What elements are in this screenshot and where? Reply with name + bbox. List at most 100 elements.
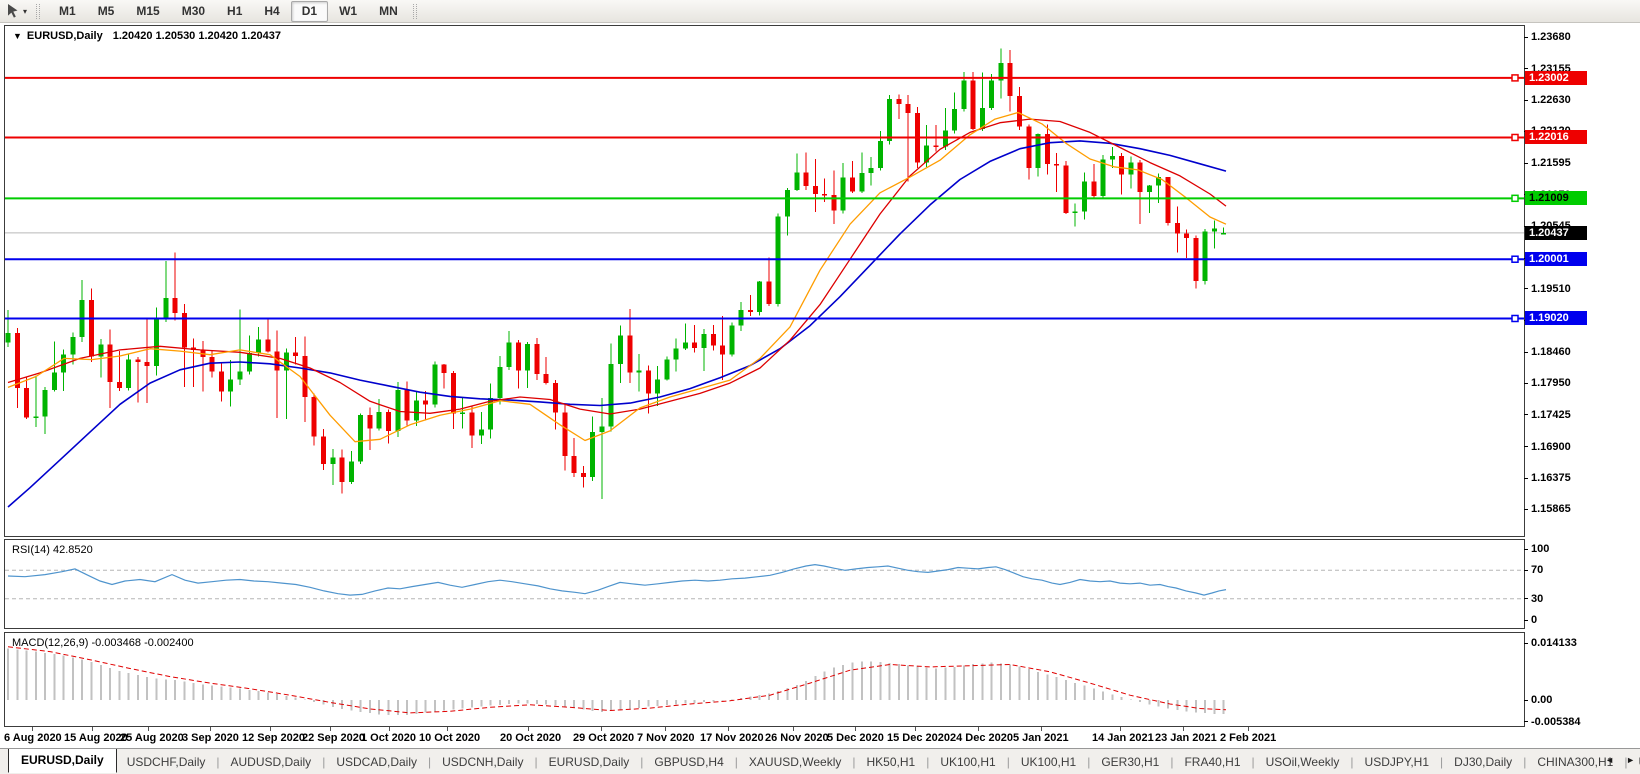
ma-fast-line — [8, 113, 1226, 442]
date-tick — [330, 727, 331, 731]
date-tick — [92, 727, 93, 731]
cursor-tool-dropdown-icon[interactable]: ▾ — [23, 7, 27, 16]
rsi-axis-tick: 70 — [1524, 563, 1543, 577]
price-level-label[interactable]: 1.22016 — [1525, 130, 1587, 144]
chart-tab-uk100-h1[interactable]: UK100,H1 — [930, 753, 1005, 771]
timeframe-button-m1[interactable]: M1 — [48, 1, 87, 22]
chart-tab-ger30-h1[interactable]: GER30,H1 — [1091, 753, 1169, 771]
date-label: 2 Feb 2021 — [1220, 732, 1276, 744]
price-level-handle[interactable] — [1512, 256, 1518, 262]
timeframe-button-w1[interactable]: W1 — [328, 1, 368, 22]
date-label: 1 Oct 2020 — [361, 732, 416, 744]
date-label: 3 Sep 2020 — [182, 732, 239, 744]
price-level-handle[interactable] — [1512, 315, 1518, 321]
date-tick — [855, 727, 856, 731]
date-label: 17 Nov 2020 — [700, 732, 764, 744]
mt4-window: ▾ M1M5M15M30H1H4D1W1MN ▼EURUSD,Daily1.20… — [0, 0, 1640, 774]
date-tick — [1183, 727, 1184, 731]
chart-tab-usoil-weekly[interactable]: USOil,Weekly — [1256, 753, 1350, 771]
price-axis-tick: 1.17425 — [1524, 408, 1571, 422]
timeframe-button-m30[interactable]: M30 — [171, 1, 216, 22]
chart-tab-audusd-daily[interactable]: AUDUSD,Daily — [221, 753, 322, 771]
chart-tab-eurusd-daily[interactable]: EURUSD,Daily — [8, 748, 117, 773]
macd-axis-tick: 0.00 — [1524, 693, 1552, 707]
price-level-label[interactable]: 1.20001 — [1525, 252, 1587, 266]
price-level-label[interactable]: 1.19020 — [1525, 311, 1587, 325]
chart-tab-usdjpy-h1[interactable]: USDJPY,H1 — [1355, 753, 1439, 771]
ma-mid-line — [8, 119, 1226, 414]
chart-tab-uk100-h1[interactable]: UK100,H1 — [1011, 753, 1086, 771]
price-axis-tick: 1.19510 — [1524, 282, 1571, 296]
date-label: 20 Oct 2020 — [500, 732, 561, 744]
chart-tab-fra40-h1[interactable]: FRA40,H1 — [1174, 753, 1250, 771]
date-tick — [1120, 727, 1121, 731]
rsi-axis-tick: 30 — [1524, 592, 1543, 606]
cursor-tool-icon — [5, 3, 21, 19]
date-tick — [528, 727, 529, 731]
timeframe-button-m15[interactable]: M15 — [125, 1, 170, 22]
price-level-label[interactable]: 1.23002 — [1525, 71, 1587, 85]
top-toolbar: ▾ M1M5M15M30H1H4D1W1MN — [0, 0, 1640, 23]
price-level-handle[interactable] — [1512, 195, 1518, 201]
date-tick — [210, 727, 211, 731]
rsi-plot[interactable] — [5, 540, 1524, 628]
price-level-handle[interactable] — [1512, 75, 1518, 81]
main-plot[interactable] — [5, 26, 1524, 536]
date-label: 5 Jan 2021 — [1013, 732, 1069, 744]
price-axis-tick: 1.17950 — [1524, 376, 1571, 390]
price-level-label[interactable]: 1.21009 — [1525, 191, 1587, 205]
date-label: 6 Aug 2020 — [4, 732, 62, 744]
date-label: 26 Nov 2020 — [765, 732, 829, 744]
timeframe-button-d1[interactable]: D1 — [291, 1, 328, 22]
date-label: 7 Nov 2020 — [637, 732, 694, 744]
rsi-indicator-panel[interactable]: RSI(14) 42.8520 — [4, 539, 1525, 629]
chart-tab-hk50-h1[interactable]: HK50,H1 — [856, 753, 925, 771]
current-price-label: 1.20437 — [1525, 226, 1587, 240]
macd-signal-line — [8, 647, 1226, 713]
date-label: 22 Sep 2020 — [302, 732, 365, 744]
date-label: 15 Dec 2020 — [887, 732, 950, 744]
date-tick — [32, 727, 33, 731]
ma-slow-line — [8, 141, 1226, 507]
chart-tab-usdcad-daily[interactable]: USDCAD,Daily — [326, 753, 427, 771]
timeframe-bar: M1M5M15M30H1H4D1W1MN — [48, 1, 409, 22]
timeframe-button-mn[interactable]: MN — [368, 1, 409, 22]
date-axis[interactable]: 6 Aug 202015 Aug 202025 Aug 20203 Sep 20… — [0, 727, 1640, 748]
tab-separator: | — [735, 755, 738, 769]
tab-scroll-right-icon[interactable]: ► — [1626, 755, 1635, 765]
macd-plot[interactable] — [5, 633, 1524, 726]
tab-separator: | — [1007, 755, 1010, 769]
date-label: 5 Dec 2020 — [827, 732, 884, 744]
tab-separator: | — [1087, 755, 1090, 769]
rsi-label: RSI(14) 42.8520 — [12, 544, 93, 556]
date-tick — [915, 727, 916, 731]
tab-scroll-arrows: ◄ ► — [1605, 755, 1635, 765]
price-level-handle[interactable] — [1512, 134, 1518, 140]
date-tick — [728, 727, 729, 731]
timeframe-button-h1[interactable]: H1 — [216, 1, 253, 22]
tab-separator: | — [640, 755, 643, 769]
timeframe-button-m5[interactable]: M5 — [87, 1, 126, 22]
chart-tab-dj30-daily[interactable]: DJ30,Daily — [1444, 753, 1522, 771]
tab-separator: | — [1252, 755, 1255, 769]
tab-separator: | — [852, 755, 855, 769]
tab-scroll-left-icon[interactable]: ◄ — [1605, 755, 1614, 765]
chart-tab-usdcnh-daily[interactable]: USDCNH,Daily — [432, 753, 533, 771]
date-tick — [793, 727, 794, 731]
macd-indicator-panel[interactable]: MACD(12,26,9) -0.003468 -0.002400 — [4, 632, 1525, 727]
date-tick — [601, 727, 602, 731]
main-chart-panel[interactable]: ▼EURUSD,Daily1.20420 1.20530 1.20420 1.2… — [4, 25, 1525, 537]
chart-tab-bar: EURUSD,DailyUSDCHF,Daily|AUDUSD,Daily|US… — [0, 748, 1640, 774]
chart-tab-gbpusd-h4[interactable]: GBPUSD,H4 — [644, 753, 733, 771]
chart-tab-xauusd-weekly[interactable]: XAUUSD,Weekly — [739, 753, 851, 771]
macd-axis-tick: 0.014133 — [1524, 636, 1577, 650]
price-axis-tick: 1.16375 — [1524, 471, 1571, 485]
chart-tab-usdchf-daily[interactable]: USDCHF,Daily — [117, 753, 216, 771]
cursor-tool-button[interactable] — [5, 1, 21, 21]
timeframe-button-h4[interactable]: H4 — [253, 1, 290, 22]
date-label: 29 Oct 2020 — [573, 732, 634, 744]
collapse-triangle-icon[interactable]: ▼ — [13, 31, 22, 41]
price-axis-tick: 1.23680 — [1524, 30, 1571, 44]
toolbar-separator — [36, 4, 40, 19]
chart-tab-eurusd-daily[interactable]: EURUSD,Daily — [539, 753, 640, 771]
